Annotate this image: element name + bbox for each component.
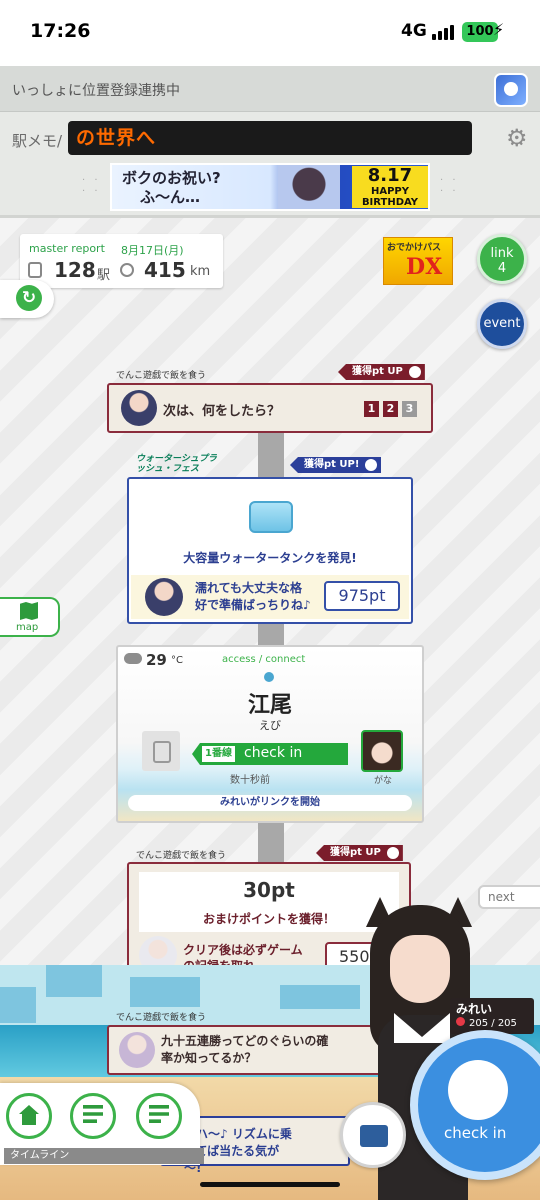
question-text: 次は、何をしたら？ — [163, 404, 281, 419]
report-date: 8月17日(月) — [121, 244, 184, 257]
timeline-pole — [258, 822, 284, 864]
question-card[interactable]: 次は、何をしたら？ 1 2 3 — [107, 383, 433, 433]
station-name: 江尾 — [247, 693, 292, 718]
station-count: 128 — [54, 258, 96, 282]
app-header: いっしょに位置登録連携中 — [0, 66, 540, 112]
festival-logo: ウォーターシュプラッシュ・フェス — [136, 454, 217, 474]
link-button[interactable]: link 4 — [477, 234, 527, 284]
decor-dots-right: · · · · — [440, 175, 459, 197]
hp-value: 205 / 205 — [456, 1017, 517, 1029]
distance-unit: km — [190, 264, 211, 279]
distance-value: 415 — [144, 258, 186, 282]
gear-icon[interactable]: ⚙ — [506, 124, 528, 152]
linked-app-icon[interactable] — [494, 73, 528, 107]
points-box: 975pt — [324, 581, 400, 611]
location-pin-icon — [264, 672, 274, 682]
option-3-button[interactable]: 3 — [402, 401, 417, 417]
station-unit: 駅 — [97, 268, 111, 283]
avatar — [145, 578, 183, 616]
link-start-message: みれいがリンクを開始 — [128, 795, 412, 811]
home-indicator — [200, 1182, 340, 1187]
map-button[interactable]: map — [0, 597, 60, 637]
event-button[interactable]: event — [477, 299, 527, 349]
speech-row: 濡れても大丈夫な格 好で準備ばっちりね♪ 975pt — [131, 575, 409, 619]
reload-button[interactable]: ↻ — [0, 280, 54, 318]
birthday-banner[interactable]: ボクのお祝い? ふ～ん… 8.17 HAPPY BIRTHDAY — [110, 163, 430, 211]
marquee-display: の世界へ — [68, 121, 472, 155]
outing-pass-button[interactable]: おでかけパス DX — [383, 237, 453, 285]
pt-up-badge: 獲得pt UP! — [290, 457, 382, 473]
briefcase-icon — [360, 1125, 388, 1147]
charging-icon: ⚡ — [493, 20, 505, 39]
app-logo: 駅メモ/ — [12, 132, 63, 150]
item-title: 大容量ウォータータンクを発見! — [183, 551, 357, 565]
question-text: 九十五連勝ってどのぐらいの確 率か知ってるか？ — [161, 1034, 329, 1065]
water-tank-icon — [249, 501, 293, 533]
avatar — [121, 390, 157, 426]
checkin-text: check in — [244, 745, 303, 761]
bonus-points: 30pt — [243, 878, 295, 902]
reload-icon: ↻ — [16, 285, 42, 311]
network-type: 4G — [401, 21, 427, 41]
report-title: master report — [29, 242, 105, 255]
timeline-pole — [258, 433, 284, 477]
home-icon — [19, 1105, 39, 1125]
pt-up-badge: 獲得pt UP — [316, 845, 403, 861]
mascot-icon — [448, 1060, 508, 1120]
pt-up-badge: 獲得pt UP — [338, 364, 425, 380]
timeline-pole — [258, 622, 284, 646]
train-list-button[interactable] — [136, 1093, 182, 1139]
access-label: access / connect — [222, 654, 306, 665]
timestamp: 数十秒前 — [230, 775, 270, 786]
banner-date: 8.17 HAPPY BIRTHDAY — [352, 166, 428, 208]
cloud-icon — [124, 653, 142, 664]
card-tag: でんこ遊戯で飯を食う — [116, 1013, 207, 1023]
list-filter-button[interactable] — [70, 1093, 116, 1139]
partner-avatar[interactable] — [361, 730, 403, 772]
character-name: みれい — [456, 1002, 493, 1016]
status-time: 17:26 — [30, 20, 91, 42]
map-icon — [20, 602, 38, 620]
item-found-card[interactable]: 大容量ウォータータンクを発見! 濡れても大丈夫な格 好で準備ばっちりね♪ 975… — [127, 477, 413, 624]
option-2-button[interactable]: 2 — [383, 401, 398, 417]
list-icon — [83, 1105, 103, 1123]
temperature: 29 — [146, 651, 167, 669]
train-icon — [28, 262, 42, 278]
home-button[interactable] — [6, 1093, 52, 1139]
compass-icon — [120, 263, 134, 277]
question-card[interactable]: 九十五連勝ってどのぐらいの確 率か知ってるか？ — [107, 1025, 389, 1075]
option-1-button[interactable]: 1 — [364, 401, 379, 417]
checkin-bar: 1番線 check in — [192, 743, 348, 765]
card-tag: でんこ遊戯で飯を食う — [116, 371, 207, 381]
station-checkin-card[interactable]: 29 °C access / connect 江尾 えび 1番線 check i… — [116, 645, 424, 823]
hp-icon — [456, 1017, 465, 1026]
banner-character-image — [278, 165, 340, 209]
card-tag: でんこ遊戯で飯を食う — [136, 851, 227, 861]
train-icon — [142, 731, 180, 771]
next-button[interactable]: next — [478, 885, 540, 909]
bag-button[interactable] — [340, 1102, 406, 1168]
banner-text: ボクのお祝い? ふ～ん… — [122, 169, 221, 206]
signal-icon — [432, 24, 456, 40]
checkin-label: check in — [444, 1124, 507, 1142]
timeline-label: タイムライン — [4, 1148, 204, 1164]
speech-text: 濡れても大丈夫な格 好で準備ばっちりね♪ — [195, 581, 311, 612]
train-list-icon — [149, 1105, 169, 1123]
master-report[interactable]: master report 8月17日(月) 128 駅 415 km — [20, 234, 223, 288]
temperature-unit: °C — [171, 655, 183, 666]
avatar — [119, 1032, 155, 1068]
platform-label: 1番線 — [202, 746, 235, 762]
character-status: みれい 205 / 205 — [450, 998, 534, 1034]
decor-dots-left: · · · · — [82, 175, 101, 197]
status-bar: 17:26 4G 100 ⚡ — [0, 0, 540, 66]
page-title: いっしょに位置登録連携中 — [12, 83, 180, 99]
